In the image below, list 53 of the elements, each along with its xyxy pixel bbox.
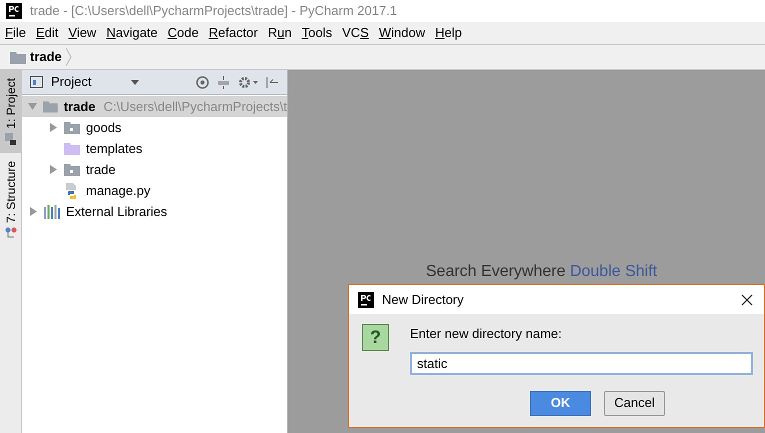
tree-item-label: manage.py xyxy=(86,182,150,200)
tree-item-label: trade xyxy=(64,98,96,116)
view-selector[interactable]: Project xyxy=(51,72,140,92)
side-tab[interactable]: 7: Structure xyxy=(0,152,21,247)
tree-item-label: External Libraries xyxy=(66,202,168,221)
expand-arrow-icon[interactable] xyxy=(48,165,58,174)
project-tool-icon xyxy=(4,132,16,145)
menu-item[interactable]: Help xyxy=(435,23,462,43)
dropdown-caret-icon xyxy=(131,80,140,84)
locate-icon[interactable] xyxy=(196,76,209,88)
view-icon xyxy=(30,76,43,88)
menu-item[interactable]: Navigate xyxy=(106,23,158,43)
breadcrumb-separator-icon xyxy=(66,48,72,66)
side-tab[interactable]: 1: Project xyxy=(0,70,21,153)
folder-icon xyxy=(64,142,80,155)
menu-item[interactable]: Run xyxy=(268,23,292,43)
menu-item[interactable]: Refactor xyxy=(208,23,258,43)
menu-item[interactable]: VCS xyxy=(342,23,369,43)
hide-panel-icon[interactable] xyxy=(266,76,279,88)
tree-item-label: templates xyxy=(86,140,142,158)
collapse-all-icon[interactable] xyxy=(217,76,230,88)
tree-item-label: trade xyxy=(86,160,116,179)
libraries-icon xyxy=(44,204,60,218)
folder-icon xyxy=(64,121,80,134)
structure-tool-icon xyxy=(4,226,16,239)
menu-item[interactable]: Code xyxy=(168,23,199,43)
tree-item-label: goods xyxy=(86,118,122,137)
app-logo-icon xyxy=(6,3,22,19)
dialog-prompt: Enter new directory name: xyxy=(410,325,563,343)
folder-icon xyxy=(64,163,80,176)
dialog-title: New Directory xyxy=(382,290,464,309)
menu-item[interactable]: File xyxy=(5,23,26,43)
cancel-button[interactable]: Cancel xyxy=(604,390,665,416)
ok-button[interactable]: OK xyxy=(530,390,591,416)
settings-icon[interactable] xyxy=(238,76,258,88)
menu-item[interactable]: Window xyxy=(378,23,426,43)
tree-item-path: C:\Users\dell\PycharmProjects\t xyxy=(104,98,287,116)
expand-arrow-icon[interactable] xyxy=(28,207,38,216)
question-icon: ? xyxy=(362,324,389,351)
expand-arrow-icon[interactable] xyxy=(48,123,58,132)
app-logo-icon xyxy=(358,292,374,308)
folder-icon xyxy=(42,100,58,113)
close-button[interactable] xyxy=(739,292,755,308)
editor-hint: Search Everywhere Double Shift xyxy=(426,262,658,282)
tree-row[interactable]: trade C:\Users\dell\PycharmProjects\t xyxy=(22,96,287,117)
folder-icon xyxy=(10,50,26,64)
menu-item[interactable]: Tools xyxy=(302,23,332,43)
menu-item[interactable]: View xyxy=(68,23,96,43)
breadcrumb-item[interactable]: trade xyxy=(30,47,62,67)
directory-name-field[interactable]: static xyxy=(410,352,753,374)
menu-item[interactable]: Edit xyxy=(36,23,58,43)
close-icon xyxy=(741,294,753,306)
window-title: trade - [C:\Users\dell\PycharmProjects\trade] - PyCharm 2017.1 xyxy=(30,2,398,20)
